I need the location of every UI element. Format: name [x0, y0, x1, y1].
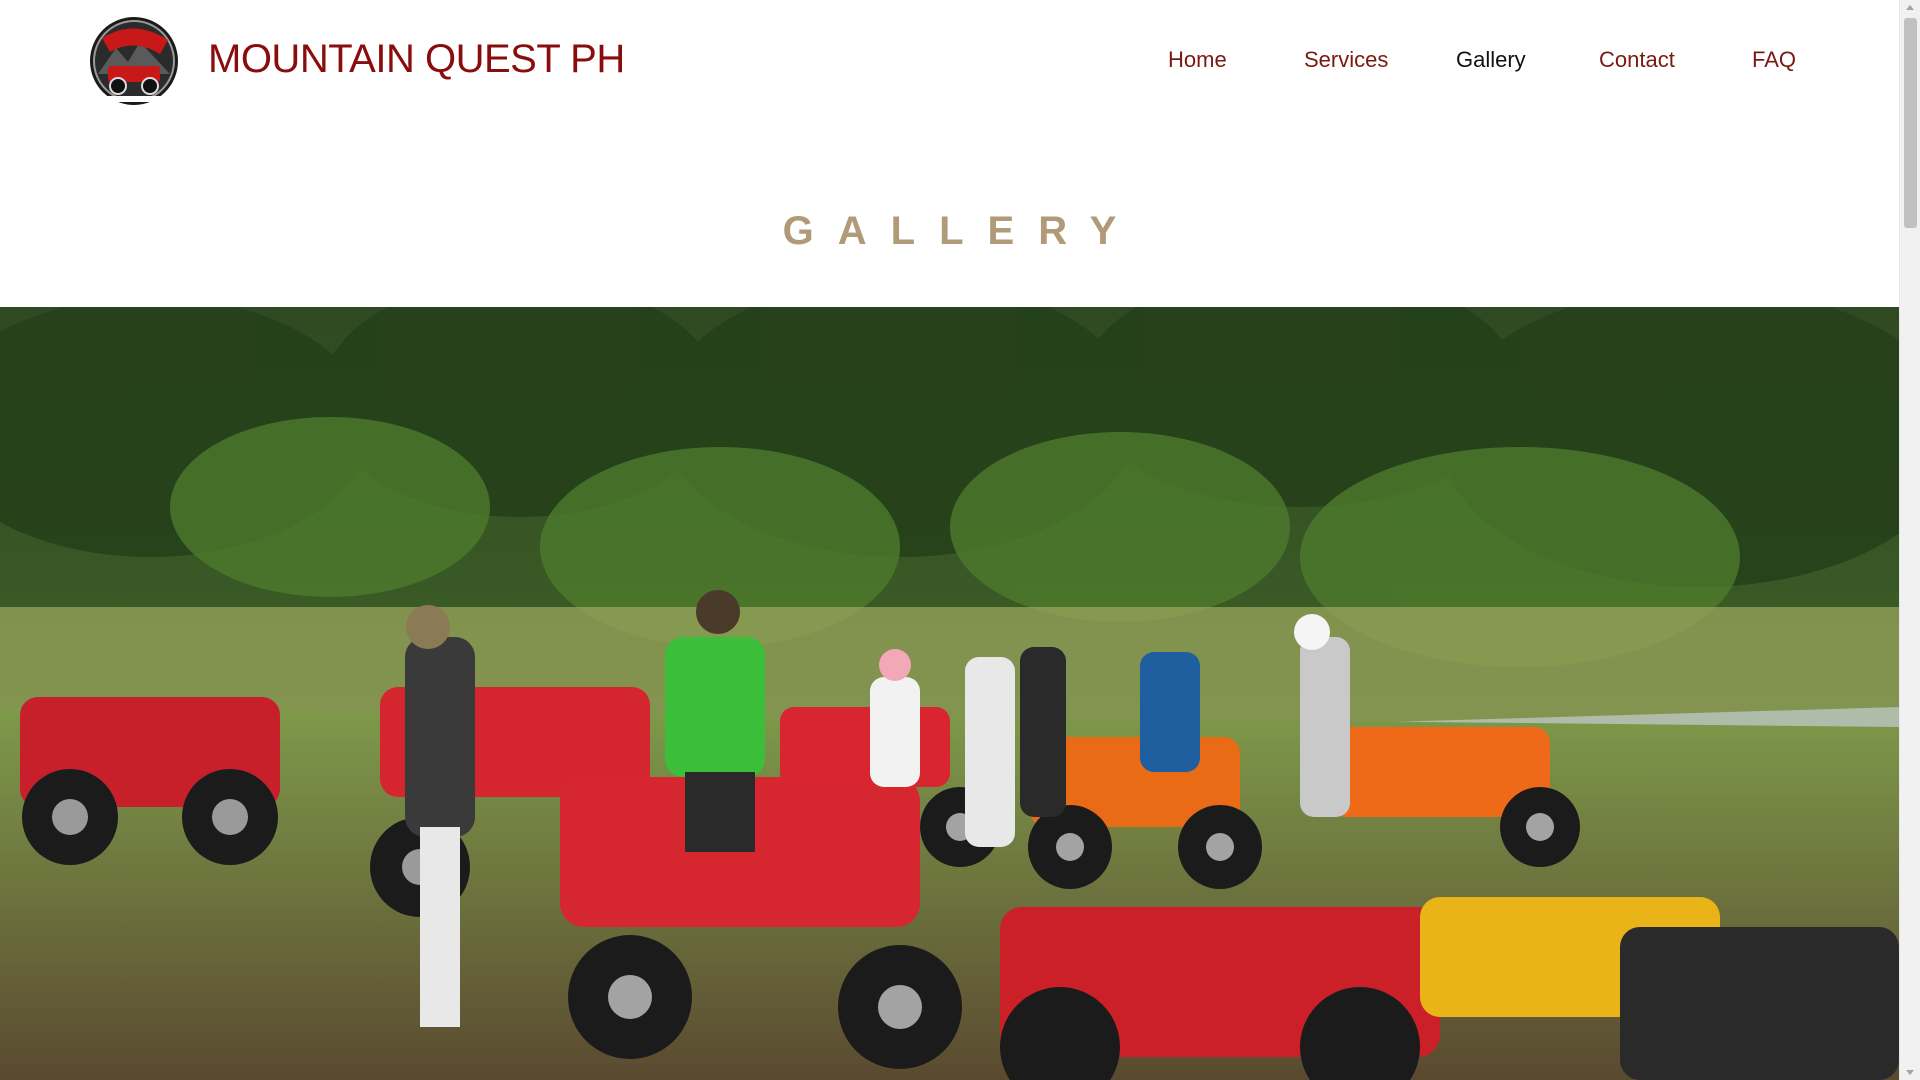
hero-photo-atv-riders	[0, 307, 1899, 1080]
main-nav: Home Services Gallery Contact FAQ	[1140, 47, 1820, 77]
nav-faq[interactable]: FAQ	[1752, 47, 1796, 73]
nav-contact[interactable]: Contact	[1599, 47, 1675, 73]
nav-services[interactable]: Services	[1304, 47, 1388, 73]
scroll-up-arrow-icon[interactable]	[1906, 5, 1914, 10]
nav-home[interactable]: Home	[1168, 47, 1227, 73]
brand-name[interactable]: MOUNTAIN QUEST PH	[208, 37, 625, 82]
vertical-scrollbar[interactable]	[1899, 0, 1920, 1080]
page-title: GALLERY	[782, 208, 1141, 253]
mountain-quest-logo-icon[interactable]	[88, 14, 180, 108]
scrollbar-thumb[interactable]	[1904, 18, 1917, 228]
page: MOUNTAIN QUEST PH Home Services Gallery …	[0, 0, 1899, 1080]
site-header: MOUNTAIN QUEST PH Home Services Gallery …	[0, 0, 1899, 124]
scroll-down-arrow-icon[interactable]	[1906, 1070, 1914, 1075]
nav-gallery[interactable]: Gallery	[1456, 47, 1526, 73]
